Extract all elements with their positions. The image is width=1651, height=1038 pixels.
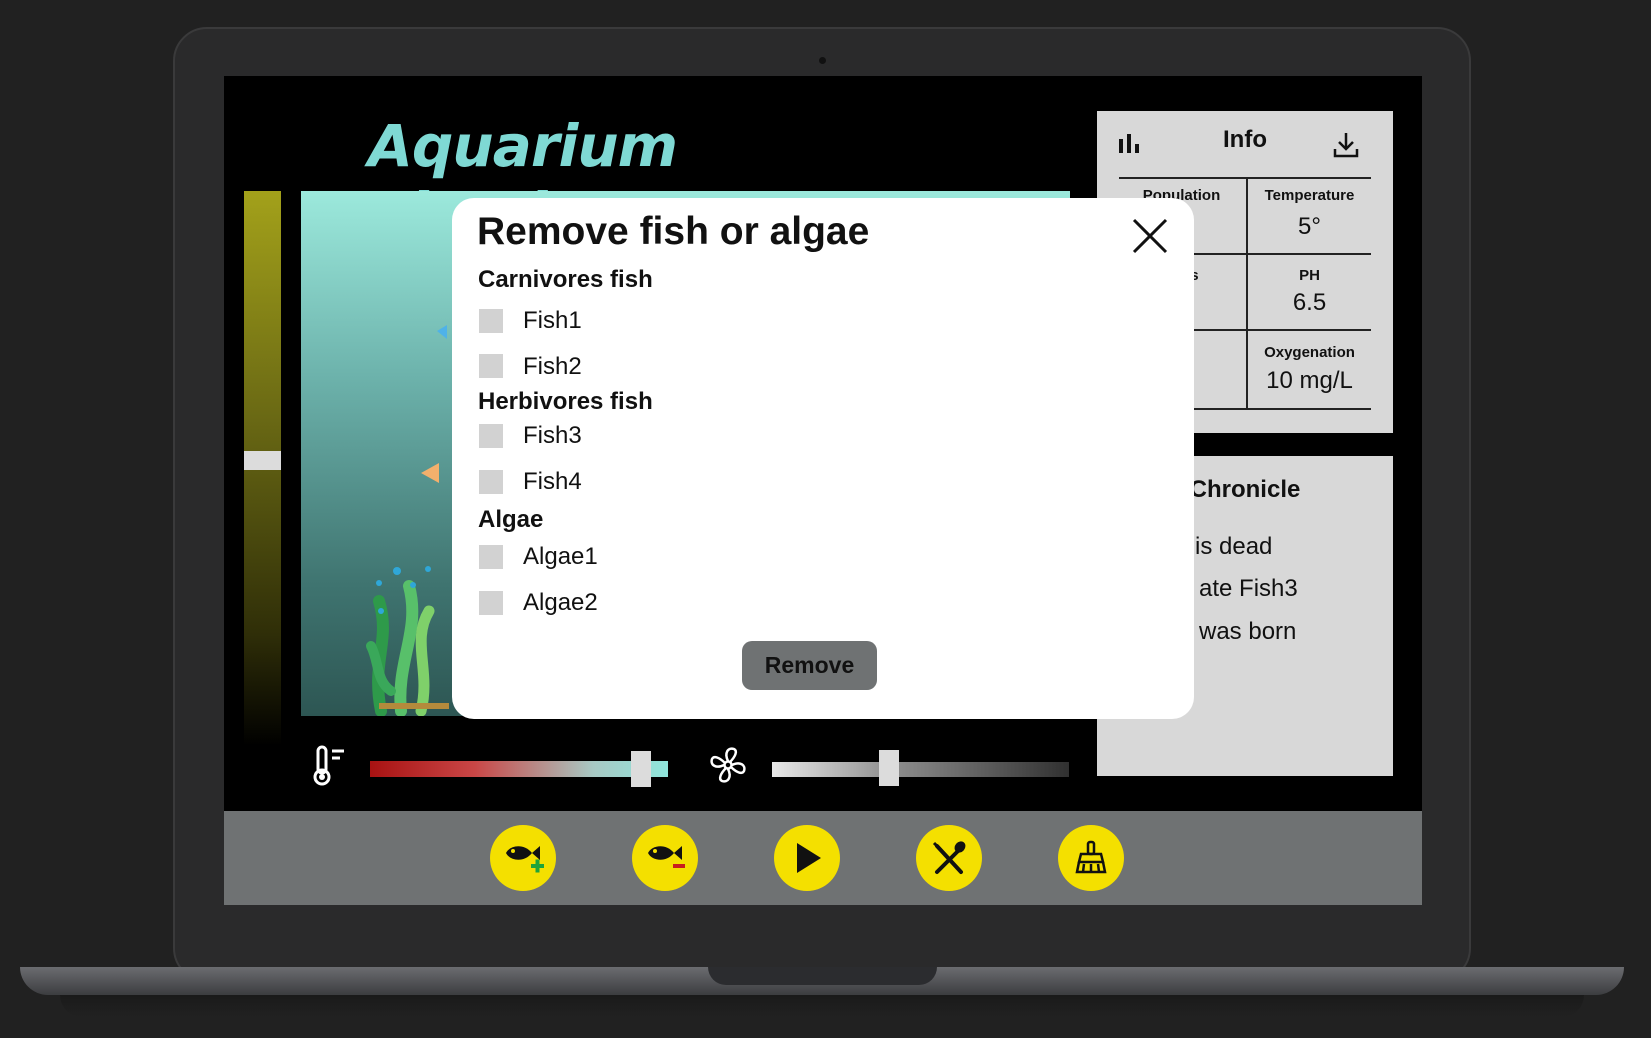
temperature-value: 5° xyxy=(1298,213,1321,240)
close-icon[interactable] xyxy=(1132,218,1168,254)
laptop-notch xyxy=(708,967,937,985)
dialog-title: Remove fish or algae xyxy=(477,210,870,253)
checkbox-fish2[interactable] xyxy=(479,354,503,378)
oxygenation-label: Oxygenation xyxy=(1264,344,1355,361)
clean-button[interactable] xyxy=(1058,825,1124,891)
info-divider xyxy=(1119,177,1371,179)
fish-minus-icon xyxy=(648,846,685,868)
checkbox-label: Fish3 xyxy=(523,422,582,449)
chronicle-entry: was born xyxy=(1199,618,1297,645)
remove-fish-button[interactable] xyxy=(632,825,698,891)
thermometer-icon xyxy=(310,743,350,787)
checkbox-fish3[interactable] xyxy=(479,424,503,448)
ph-value: 6.5 xyxy=(1292,289,1327,316)
checkbox-fish1[interactable] xyxy=(479,309,503,333)
checkbox-label: Fish4 xyxy=(523,468,582,495)
temperature-slider[interactable] xyxy=(370,761,668,777)
laptop-shadow xyxy=(60,995,1584,1017)
ph-label: PH xyxy=(1299,267,1320,284)
small-fish-icon xyxy=(421,325,447,483)
water-level-handle[interactable] xyxy=(244,451,281,470)
feed-button[interactable] xyxy=(916,825,982,891)
play-icon xyxy=(797,843,821,873)
broom-icon xyxy=(1075,840,1107,874)
checkbox-algae2[interactable] xyxy=(479,591,503,615)
group-title-herbivores: Herbivores fish xyxy=(478,388,653,415)
checkbox-label: Fish2 xyxy=(523,353,582,380)
checkbox-label: Algae1 xyxy=(523,543,598,570)
aeration-slider[interactable] xyxy=(772,762,1069,777)
play-button[interactable] xyxy=(774,825,840,891)
fish-plus-icon xyxy=(506,846,544,873)
app-screen: Aquarium Simulator xyxy=(224,76,1422,905)
remove-dialog: Remove fish or algae Carnivores fish Fis… xyxy=(452,198,1194,719)
group-title-carnivores: Carnivores fish xyxy=(478,266,653,293)
checkbox-fish4[interactable] xyxy=(479,470,503,494)
remove-button[interactable]: Remove xyxy=(742,641,877,690)
temperature-label: Temperature xyxy=(1264,187,1355,204)
fan-icon xyxy=(708,745,748,785)
checkbox-algae1[interactable] xyxy=(479,545,503,569)
chronicle-entry: ate Fish3 xyxy=(1199,575,1298,602)
camera-dot xyxy=(819,57,826,64)
oxygenation-value: 10 mg/L xyxy=(1266,367,1353,394)
aeration-handle[interactable] xyxy=(879,750,899,786)
chronicle-entry: is dead xyxy=(1195,533,1273,560)
bottom-toolbar xyxy=(224,811,1422,905)
group-title-algae: Algae xyxy=(478,506,544,533)
temperature-handle[interactable] xyxy=(631,751,651,787)
checkbox-label: Algae2 xyxy=(523,589,598,616)
add-fish-button[interactable] xyxy=(490,825,556,891)
fork-spoon-icon xyxy=(932,841,966,874)
download-icon[interactable] xyxy=(1333,131,1359,159)
seaweed-icon xyxy=(366,580,449,716)
checkbox-label: Fish1 xyxy=(523,307,582,334)
